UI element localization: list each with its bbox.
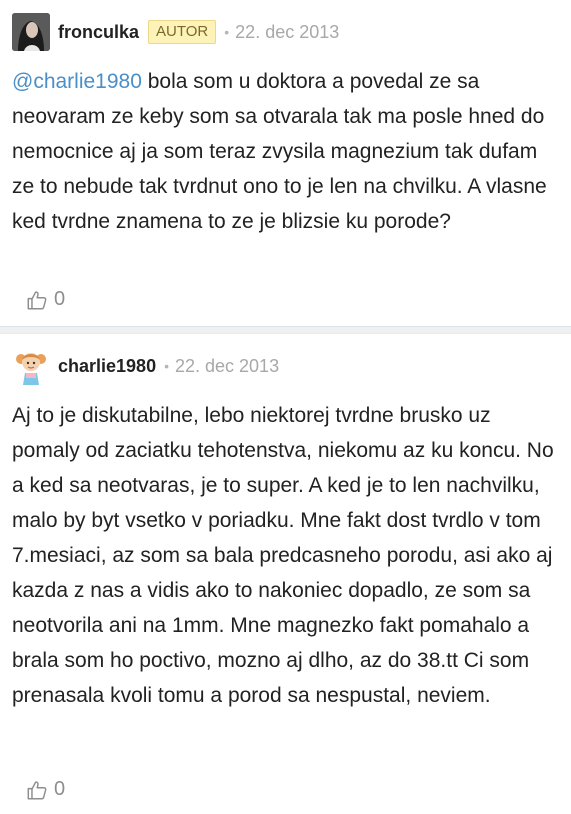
cartoon-girl-avatar-icon — [12, 347, 50, 385]
comment-1: fronculka AUTOR • 22. dec 2013 @charlie1… — [0, 0, 571, 326]
comment-body: bola som u doktora a povedal ze sa neova… — [12, 70, 547, 233]
separator-dot: • — [224, 24, 230, 40]
like-count: 0 — [54, 778, 66, 800]
thumbs-up-icon — [27, 290, 47, 309]
avatar[interactable] — [12, 347, 50, 385]
separator-dot: • — [164, 358, 169, 374]
comment-text: @charlie1980 bola som u doktora a poveda… — [12, 64, 559, 239]
user-photo-avatar-icon — [12, 13, 50, 51]
author-name[interactable]: charlie1980 — [58, 356, 156, 377]
mention-link[interactable]: @charlie1980 — [12, 70, 142, 93]
author-name[interactable]: fronculka — [58, 22, 139, 43]
like-button[interactable]: 0 — [26, 288, 65, 311]
like-button[interactable]: 0 — [26, 778, 65, 801]
comment-2: charlie1980 • 22. dec 2013 Aj to je disk… — [0, 334, 571, 814]
comment-header: fronculka AUTOR • 22. dec 2013 — [12, 12, 559, 52]
author-badge: AUTOR — [148, 20, 217, 44]
comment-text: Aj to je diskutabilne, lebo niektorej tv… — [12, 404, 554, 707]
avatar[interactable] — [12, 13, 50, 51]
thumbs-up-icon — [27, 780, 47, 799]
like-count: 0 — [54, 288, 66, 310]
comment-header: charlie1980 • 22. dec 2013 — [12, 346, 559, 386]
comment-divider — [0, 326, 571, 334]
comment-date: 22. dec 2013 — [235, 21, 340, 42]
comment-date: 22. dec 2013 — [174, 355, 280, 376]
